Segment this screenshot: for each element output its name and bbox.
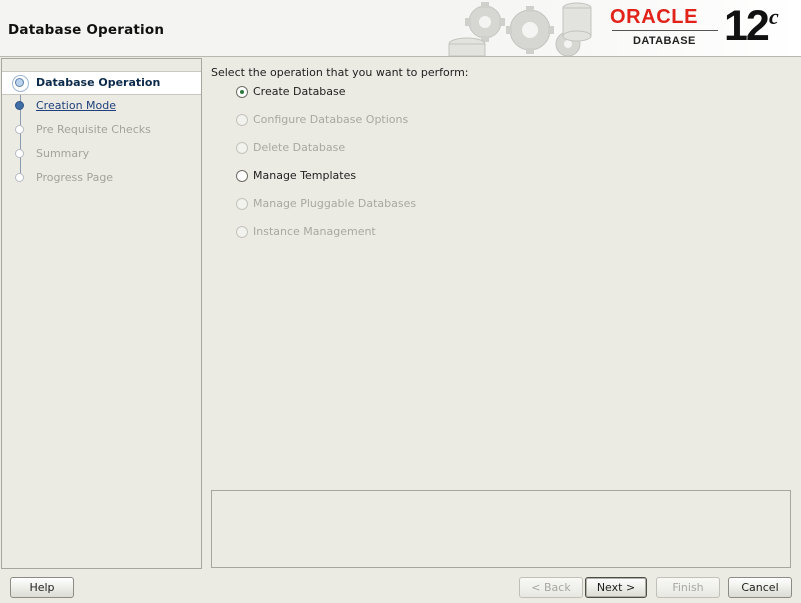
radio-button <box>236 142 248 154</box>
radio-label: Manage Templates <box>253 169 357 182</box>
version-suffix: c <box>769 4 779 29</box>
operation-prompt: Select the operation that you want to pe… <box>211 66 469 79</box>
pending-step-icon <box>15 173 24 182</box>
gears-database-graphic <box>448 2 592 56</box>
step-label: Creation Mode <box>36 99 117 112</box>
database-wordmark: DATABASE <box>633 35 696 47</box>
radio-label: Delete Database <box>253 141 346 154</box>
pending-step-icon <box>15 125 24 134</box>
radio-label: Configure Database Options <box>253 113 409 126</box>
step-creation-mode[interactable]: Creation Mode <box>2 95 201 117</box>
oracle-wordmark: ORACLE <box>610 6 699 28</box>
page-title: Database Operation <box>8 22 165 38</box>
logo-divider <box>612 30 718 31</box>
step-label: Summary <box>36 147 90 160</box>
current-step-icon <box>12 75 29 92</box>
cancel-button[interactable]: Cancel <box>728 577 792 598</box>
step-summary: Summary <box>2 143 201 165</box>
radio-button <box>236 226 248 238</box>
help-button[interactable]: Help <box>10 577 74 598</box>
radio-button <box>236 198 248 210</box>
finish-button[interactable]: Finish <box>656 577 720 598</box>
step-label: Progress Page <box>36 171 114 184</box>
radio-button <box>236 114 248 126</box>
version-number: 12 <box>724 2 770 50</box>
step-database-operation[interactable]: Database Operation <box>2 71 201 95</box>
next-step-icon <box>15 101 24 110</box>
radio-button[interactable] <box>236 86 248 98</box>
back-button[interactable]: < Back <box>519 577 583 598</box>
description-box <box>211 490 791 568</box>
step-pre-requisite-checks: Pre Requisite Checks <box>2 119 201 141</box>
operation-panel: Select the operation that you want to pe… <box>202 58 798 568</box>
next-button[interactable]: Next > <box>585 577 647 598</box>
step-label: Pre Requisite Checks <box>36 123 151 136</box>
steps-navigator: Database Operation Creation Mode Pre Req… <box>1 58 202 569</box>
oracle-logo: ORACLE DATABASE <box>606 6 724 52</box>
pending-step-icon <box>15 149 24 158</box>
radio-label: Create Database <box>253 85 346 98</box>
radio-button[interactable] <box>236 170 248 182</box>
radio-label: Instance Management <box>253 225 376 238</box>
window-header: Database Operation ORACLE DATABASE 12 c <box>0 0 801 57</box>
radio-label: Manage Pluggable Databases <box>253 197 417 210</box>
step-label: Database Operation <box>36 76 161 89</box>
step-progress-page: Progress Page <box>2 167 201 189</box>
